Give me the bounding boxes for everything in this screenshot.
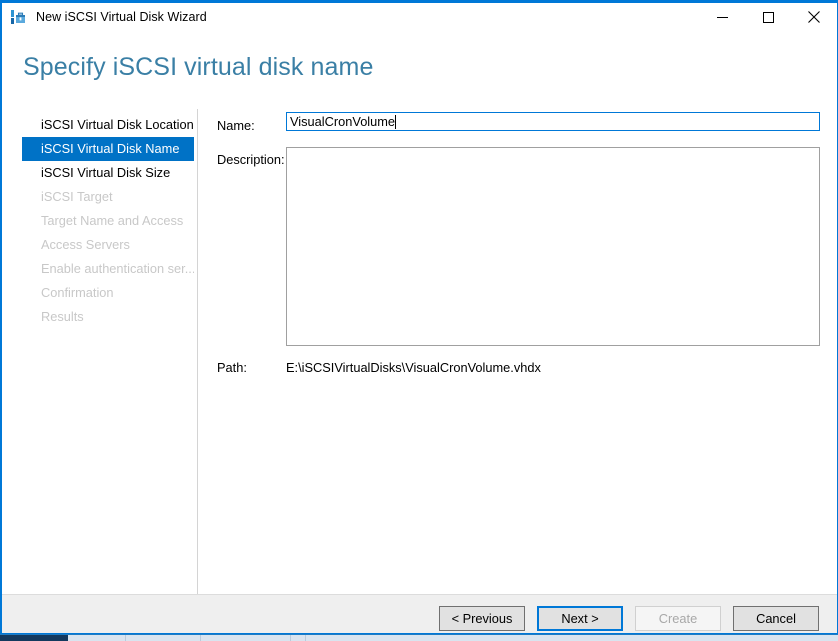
sidebar-item-disk-location[interactable]: iSCSI Virtual Disk Location bbox=[22, 113, 194, 137]
taskbar-divider bbox=[305, 635, 306, 641]
footer: < Previous Next > Create Cancel bbox=[2, 595, 837, 633]
sidebar-item-results: Results bbox=[22, 305, 194, 329]
sidebar-item-target-name-and-access: Target Name and Access bbox=[22, 209, 194, 233]
description-input[interactable] bbox=[286, 147, 820, 346]
maximize-icon[interactable] bbox=[745, 3, 791, 31]
close-icon[interactable] bbox=[791, 3, 837, 31]
description-label: Description: bbox=[217, 152, 285, 167]
form-pane: Name: Description: Path: E:\iSCSIVirtual… bbox=[212, 109, 837, 633]
name-input[interactable] bbox=[286, 112, 820, 131]
text-caret bbox=[395, 115, 396, 129]
title-bar: New iSCSI Virtual Disk Wizard bbox=[2, 3, 837, 31]
taskbar-divider bbox=[290, 635, 291, 641]
sidebar-item-confirmation: Confirmation bbox=[22, 281, 194, 305]
iscsi-wizard-icon bbox=[10, 9, 27, 26]
window-title: New iSCSI Virtual Disk Wizard bbox=[36, 10, 207, 24]
page-title: Specify iSCSI virtual disk name bbox=[23, 53, 373, 82]
name-label: Name: bbox=[217, 118, 255, 133]
sidebar-item-enable-authentication: Enable authentication ser... bbox=[22, 257, 194, 281]
footer-buttons: < Previous Next > Create Cancel bbox=[439, 606, 819, 631]
create-button: Create bbox=[635, 606, 721, 631]
taskbar-active-window[interactable] bbox=[0, 635, 68, 641]
sidebar-divider bbox=[197, 109, 198, 597]
path-label: Path: bbox=[217, 360, 247, 375]
window-controls bbox=[699, 3, 837, 31]
sidebar-item-disk-size[interactable]: iSCSI Virtual Disk Size bbox=[22, 161, 194, 185]
cancel-button[interactable]: Cancel bbox=[733, 606, 819, 631]
minimize-icon[interactable] bbox=[699, 3, 745, 31]
taskbar-divider bbox=[200, 635, 201, 641]
taskbar-divider bbox=[125, 635, 126, 641]
next-button[interactable]: Next > bbox=[537, 606, 623, 631]
path-value: E:\iSCSIVirtualDisks\VisualCronVolume.vh… bbox=[286, 360, 541, 375]
sidebar-item-iscsi-target: iSCSI Target bbox=[22, 185, 194, 209]
sidebar-item-access-servers: Access Servers bbox=[22, 233, 194, 257]
sidebar-item-disk-name[interactable]: iSCSI Virtual Disk Name bbox=[22, 137, 194, 161]
previous-button[interactable]: < Previous bbox=[439, 606, 525, 631]
wizard-step-nav: iSCSI Virtual Disk Location iSCSI Virtua… bbox=[22, 113, 194, 329]
wizard-window: New iSCSI Virtual Disk Wizard Specify iS… bbox=[0, 0, 838, 634]
